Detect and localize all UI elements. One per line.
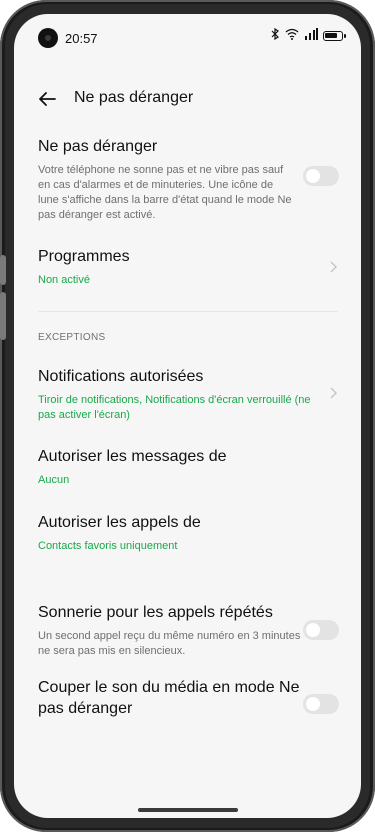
wifi-icon bbox=[285, 28, 299, 43]
schedules-value: Non activé bbox=[38, 274, 90, 286]
signal-icon bbox=[304, 28, 318, 43]
schedules-setting[interactable]: Programmes Non activé bbox=[38, 246, 338, 288]
front-camera bbox=[38, 28, 58, 48]
repeated-calls-toggle[interactable] bbox=[303, 620, 339, 640]
allow-messages-setting[interactable]: Autoriser les messages de Aucun bbox=[38, 446, 338, 488]
exceptions-header: EXCEPTIONS bbox=[38, 332, 106, 343]
volume-button bbox=[0, 255, 6, 285]
repeated-calls-setting[interactable]: Sonnerie pour les appels répétés Un seco… bbox=[38, 602, 338, 659]
mute-media-title: Couper le son du média en mode Ne pas dé… bbox=[38, 679, 300, 717]
dnd-toggle[interactable] bbox=[303, 166, 339, 186]
header: Ne pas déranger bbox=[14, 84, 361, 120]
chevron-right-icon bbox=[327, 260, 339, 273]
mute-media-setting[interactable]: Couper le son du média en mode Ne pas dé… bbox=[38, 677, 338, 719]
page-title: Ne pas déranger bbox=[74, 89, 194, 106]
chevron-right-icon bbox=[327, 386, 339, 399]
divider bbox=[38, 311, 338, 312]
allow-calls-title: Autoriser les appels de bbox=[38, 514, 201, 531]
bluetooth-icon bbox=[270, 27, 280, 43]
dnd-setting[interactable]: Ne pas déranger Votre téléphone ne sonne… bbox=[38, 136, 338, 223]
allowed-notifications-value: Tiroir de notifications, Notifications d… bbox=[38, 394, 311, 421]
allow-messages-value: Aucun bbox=[38, 474, 70, 486]
screen: 20:57 Ne pas déranger Ne pas déranger Vo… bbox=[14, 14, 361, 818]
mute-media-toggle[interactable] bbox=[303, 694, 339, 714]
status-icons bbox=[270, 27, 346, 43]
schedules-title: Programmes bbox=[38, 248, 130, 265]
battery-icon bbox=[323, 30, 346, 41]
repeated-calls-description: Un second appel reçu du même numéro en 3… bbox=[38, 630, 301, 657]
allowed-notifications-setting[interactable]: Notifications autorisées Tiroir de notif… bbox=[38, 366, 338, 423]
allowed-notifications-title: Notifications autorisées bbox=[38, 368, 204, 385]
dnd-title: Ne pas déranger bbox=[38, 138, 158, 155]
status-bar: 20:57 bbox=[14, 14, 361, 54]
arrow-left-icon[interactable] bbox=[36, 88, 58, 110]
repeated-calls-title: Sonnerie pour les appels répétés bbox=[38, 604, 273, 621]
home-indicator[interactable] bbox=[138, 808, 238, 812]
power-button bbox=[0, 292, 6, 340]
allow-messages-title: Autoriser les messages de bbox=[38, 448, 227, 465]
allow-calls-setting[interactable]: Autoriser les appels de Contacts favoris… bbox=[38, 512, 338, 554]
dnd-description: Votre téléphone ne sonne pas et ne vibre… bbox=[38, 164, 292, 221]
allow-calls-value: Contacts favoris uniquement bbox=[38, 540, 178, 552]
status-time: 20:57 bbox=[65, 31, 98, 46]
phone-frame: 20:57 Ne pas déranger Ne pas déranger Vo… bbox=[0, 0, 375, 832]
